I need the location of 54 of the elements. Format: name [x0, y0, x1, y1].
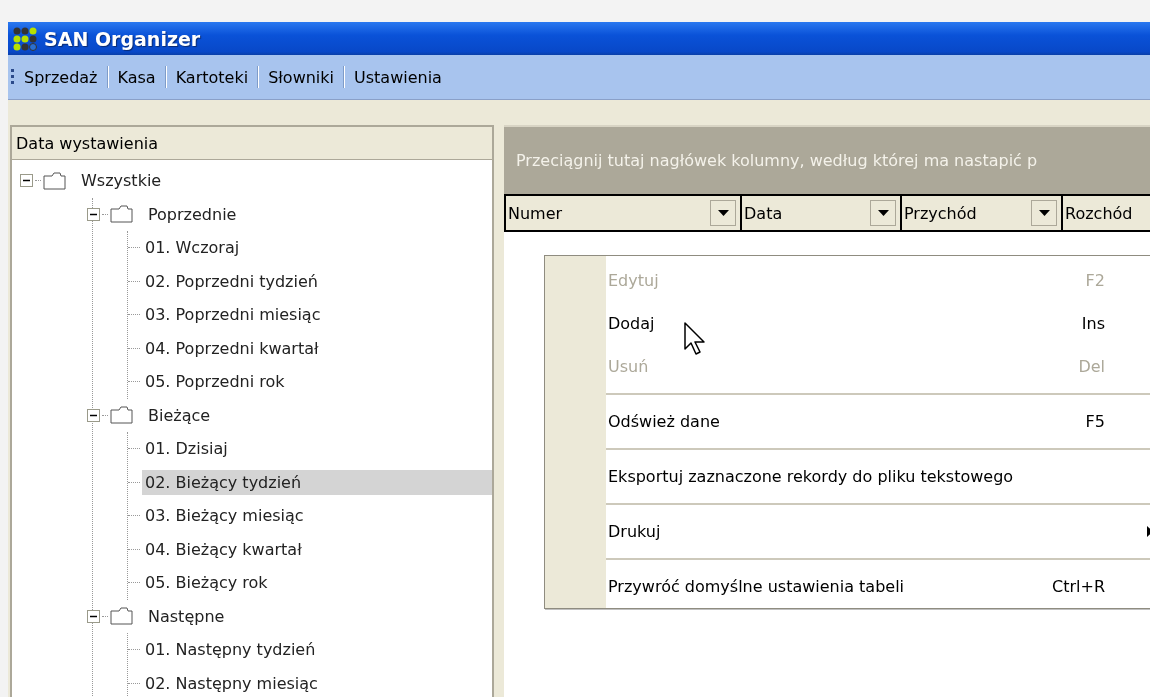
folder-icon [110, 205, 133, 224]
tree-item[interactable]: Wszystkie [78, 168, 165, 194]
tree-item[interactable]: 02. Bieżący tydzień [142, 469, 492, 495]
window-title: SAN Organizer [44, 27, 201, 50]
menu-item[interactable]: Kasa [108, 65, 165, 89]
column-label: Przychód [904, 203, 978, 223]
menu-item[interactable]: Odśwież dane F5 [606, 400, 1150, 443]
column-header[interactable]: Rozchód [1063, 194, 1150, 232]
tree-item[interactable]: 03. Poprzedni miesiąc [142, 302, 492, 328]
expander-icon[interactable] [87, 408, 100, 422]
menu-item[interactable]: Dodaj Ins [606, 302, 1150, 345]
caret-icon [1038, 210, 1050, 216]
tree-item[interactable]: 02. Poprzedni tydzień [142, 268, 492, 294]
tree-item[interactable]: 05. Poprzedni rok [142, 369, 492, 395]
caret-icon [717, 210, 729, 216]
column-label: Data [744, 203, 784, 223]
expander-icon[interactable] [87, 609, 100, 623]
menu-item[interactable]: Przywróć domyślne ustawienia tabeli Ctrl+R [606, 565, 1150, 608]
menu-item[interactable]: Kartoteki [166, 65, 258, 89]
column-label: Numer [508, 203, 564, 223]
tree-item[interactable]: 05. Bieżący rok [142, 570, 492, 596]
filter-dropdown-button[interactable] [1031, 200, 1057, 226]
filter-dropdown-button[interactable] [710, 200, 736, 226]
tree-item[interactable]: 04. Bieżący kwartał [142, 536, 492, 562]
column-label: Rozchód [1065, 203, 1134, 223]
tree-item[interactable]: 03. Bieżący miesiąc [142, 503, 492, 529]
tree-item[interactable]: 01. Dzisiaj [142, 436, 492, 462]
tree-item[interactable]: 01. Wczoraj [142, 235, 492, 261]
column-header[interactable]: Data [742, 194, 902, 232]
column-header[interactable]: Przychód [902, 194, 1063, 232]
tree-item[interactable]: 02. Następny miesiąc [142, 670, 492, 696]
folder-icon [110, 406, 133, 425]
menu-item[interactable]: Drukuj [606, 510, 1150, 553]
tree-item[interactable]: Następne [145, 603, 228, 629]
filter-dropdown-button[interactable] [870, 200, 896, 226]
tree-item[interactable]: 01. Następny tydzień [142, 637, 492, 663]
expander-icon[interactable] [87, 207, 100, 221]
column-header[interactable]: Numer [504, 194, 742, 232]
app-logo-icon [12, 25, 38, 52]
menu-item[interactable]: Eksportuj zaznaczone rekordy do pliku tekstowego [606, 455, 1150, 498]
tree-header: Data wystawienia [12, 127, 492, 160]
expander-icon[interactable] [20, 174, 33, 188]
folder-icon [110, 607, 133, 626]
menu-item[interactable]: Sprzedaż [15, 65, 107, 89]
tree-item[interactable]: 04. Poprzedni kwartał [142, 335, 492, 361]
folder-icon [43, 171, 66, 190]
group-by-hint: Przeciągnij tutaj nagłówek kolumny, według której ma nastapić p [516, 151, 1038, 170]
grip-icon [11, 68, 15, 86]
caret-icon [877, 210, 889, 216]
tree-item[interactable]: Poprzednie [145, 201, 240, 227]
tree-item[interactable]: Bieżące [145, 402, 214, 428]
mouse-pointer-icon [684, 322, 706, 356]
menu-item[interactable]: Słowniki [259, 65, 343, 89]
menu-item[interactable]: Ustawienia [345, 65, 451, 89]
